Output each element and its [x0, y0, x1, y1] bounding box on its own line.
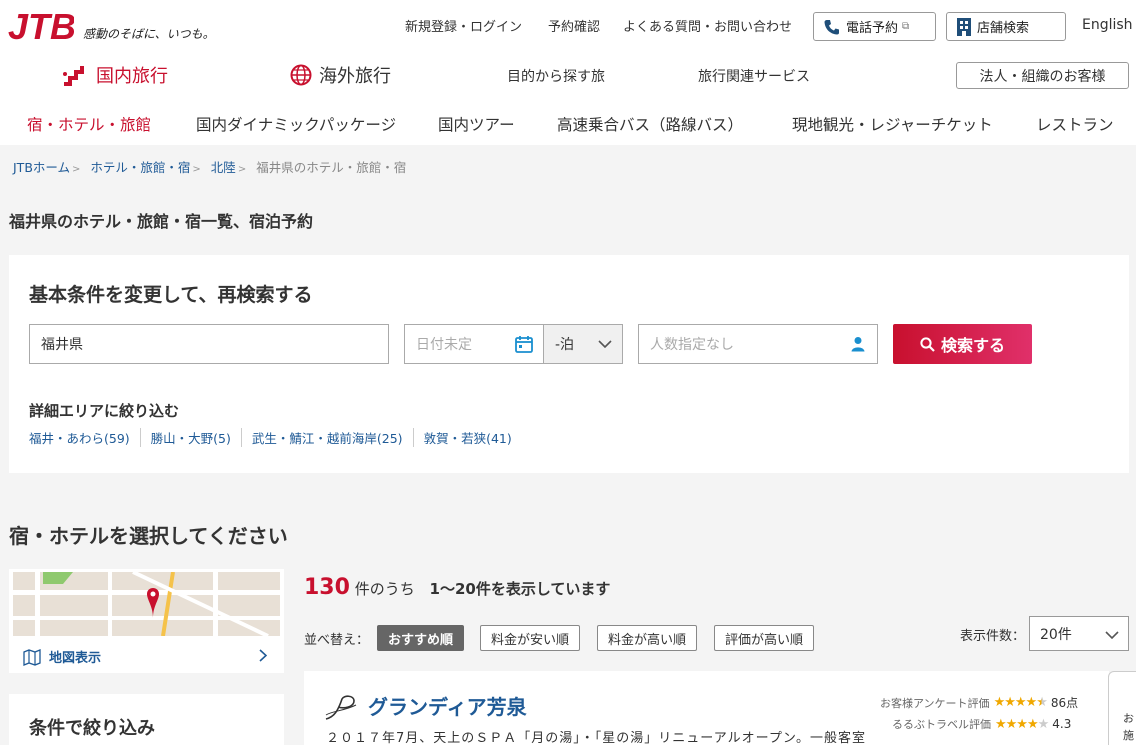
breadcrumb-home[interactable]: JTBホーム [13, 160, 70, 175]
destination-field[interactable]: 福井県 [29, 324, 389, 364]
subnav-domestic-tour[interactable]: 国内ツアー [438, 113, 515, 135]
page-title: 福井県のホテル・旅館・宿一覧、宿泊予約 [9, 212, 314, 231]
result-range: 1〜20件を表示しています [429, 580, 611, 598]
rurubu-rating-value: 4.3 [1052, 717, 1072, 731]
breadcrumb-hokuriku[interactable]: 北陸 [211, 160, 236, 175]
chevron-down-icon [598, 340, 612, 348]
subnav-leisure-tickets[interactable]: 現地観光・レジャーチケット [792, 113, 993, 135]
rurubu-rating: るるぶトラベル評価 ★★★★★ 4.3 [892, 716, 1071, 732]
subnav-hotels[interactable]: 宿・ホテル・旅館 [27, 113, 151, 135]
area-link-fukui-awara[interactable]: 福井・あわら(59) [29, 428, 140, 447]
sort-price-high[interactable]: 料金が高い順 [597, 625, 698, 651]
english-link[interactable]: English [1082, 17, 1133, 33]
guests-placeholder: 人数指定なし [650, 337, 734, 353]
nav-domestic-label: 国内旅行 [96, 66, 168, 87]
search-button[interactable]: 検索する [893, 324, 1032, 364]
corporate-button[interactable]: 法人・組織のお客様 [956, 62, 1129, 89]
map-view-label: 地図表示 [49, 651, 102, 666]
nav-overseas-label: 海外旅行 [319, 66, 391, 87]
subnav-dynamic-package[interactable]: 国内ダイナミックパッケージ [196, 113, 396, 135]
breadcrumb-sep-icon: > [192, 164, 201, 175]
survey-rating: お客様アンケート評価 ★★★★★ 86点 [880, 694, 1078, 711]
brand-tagline: 感動のそばに、いつも。 [83, 27, 215, 41]
globe-icon [290, 64, 312, 86]
reservation-check-link[interactable]: 予約確認 [548, 16, 600, 35]
result-total: 130 [304, 575, 350, 600]
stairs-icon [63, 66, 84, 86]
nights-value: -泊 [555, 337, 575, 353]
site-header: JTB 感動のそばに、いつも。 新規登録・ログイン 予約確認 よくある質問・お問… [0, 0, 1136, 145]
guests-field[interactable]: 人数指定なし [638, 324, 878, 364]
result-total-suffix: 件のうち [354, 580, 415, 598]
search-panel-title: 基本条件を変更して、再検索する [29, 284, 313, 306]
filter-card: 条件で絞り込み [9, 694, 284, 745]
svg-text:JTB: JTB [8, 6, 74, 46]
phone-icon [824, 19, 839, 34]
hotel-card[interactable]: グランディア芳泉 ２０１７年7月、天上のＳＰＡ「月の湯」・「星の湯」リニューアル… [304, 671, 1109, 745]
rurubu-rating-stars: ★★★★★ [995, 716, 1049, 732]
chevron-down-icon [1105, 631, 1119, 639]
sort-label: 並べ替え： [304, 633, 370, 648]
per-page-select[interactable]: 20件 [1029, 616, 1129, 651]
sort-rating-high[interactable]: 評価が高い順 [714, 625, 815, 651]
survey-rating-stars: ★★★★★ [993, 695, 1048, 710]
breadcrumb-hotels[interactable]: ホテル・旅館・宿 [90, 160, 190, 175]
map-view-link[interactable]: 地図表示 [23, 647, 101, 666]
premium-p-icon [325, 695, 357, 720]
search-panel: 基本条件を変更して、再検索する 福井県 日付未定 -泊 人数指定なし 検索する … [9, 255, 1129, 473]
destination-value: 福井県 [41, 337, 83, 353]
chevron-right-icon [259, 649, 267, 662]
filter-title: 条件で絞り込み [29, 718, 155, 739]
sort-price-low[interactable]: 料金が安い順 [480, 625, 581, 651]
breadcrumb-sep-icon: > [237, 164, 247, 175]
hotel-description: ２０１７年7月、天上のＳＰＡ「月の湯」・「星の湯」リニューアルオープン。一般客室 [326, 731, 867, 745]
calendar-icon [515, 336, 533, 353]
breadcrumb-current: 福井県のホテル・旅館・宿 [256, 160, 407, 175]
building-icon [957, 17, 971, 36]
external-window-icon: ⧉ [902, 21, 910, 32]
nav-purpose[interactable]: 目的から探す旅 [507, 66, 605, 86]
per-page-label: 表示件数： [960, 629, 1026, 644]
login-link[interactable]: 新規登録・ログイン [405, 16, 522, 35]
nights-select[interactable]: -泊 [543, 324, 623, 364]
search-button-label: 検索する [940, 336, 1005, 355]
result-count: 130 件のうち 1〜20件を表示しています [304, 575, 610, 600]
subnav-restaurant[interactable]: レストラン [1036, 113, 1114, 135]
nav-overseas-travel[interactable]: 海外旅行 [290, 62, 391, 88]
breadcrumb: JTBホーム > ホテル・旅館・宿 > 北陸 > 福井県のホテル・旅館・宿 [13, 157, 406, 176]
area-link-takefu-sabae[interactable]: 武生・鯖江・越前海岸(25) [240, 428, 413, 447]
rurubu-rating-label: るるぶトラベル評価 [892, 718, 991, 731]
side-tab-line1: お [1123, 712, 1134, 725]
search-icon [920, 336, 935, 352]
sort-recommended[interactable]: おすすめ順 [377, 625, 465, 651]
area-link-katsuyama-ono[interactable]: 勝山・大野(5) [139, 428, 241, 447]
map-thumbnail [13, 572, 280, 636]
survey-rating-label: お客様アンケート評価 [880, 696, 990, 710]
date-field[interactable]: 日付未定 [404, 324, 544, 364]
survey-rating-value: 86点 [1050, 696, 1079, 710]
subnav-highway-bus[interactable]: 高速乗合バス（路線バス） [557, 113, 743, 135]
hotel-name[interactable]: グランディア芳泉 [368, 691, 527, 720]
date-placeholder: 日付未定 [416, 337, 472, 353]
side-tab-line2: 施 [1123, 729, 1134, 742]
map-icon [23, 648, 41, 666]
per-page-value: 20件 [1040, 626, 1072, 643]
nav-services[interactable]: 旅行関連サービス [698, 66, 810, 86]
faq-contact-link[interactable]: よくある質問・お問い合わせ [623, 16, 792, 35]
breadcrumb-sep-icon: > [72, 164, 81, 175]
select-hotel-heading: 宿・ホテルを選択してください [9, 524, 288, 548]
area-link-tsuruga-wakasa[interactable]: 敦賀・若狭(41) [412, 428, 522, 447]
phone-button-label: 電話予約 [846, 21, 899, 36]
store-search-button[interactable]: 店舗検索 [946, 12, 1066, 41]
jtb-logo[interactable]: JTB [8, 6, 74, 46]
area-links: 福井・あわら(59) 勝山・大野(5) 武生・鯖江・越前海岸(25) 敦賀・若狭… [29, 428, 522, 447]
area-filter-title: 詳細エリアに絞り込む [29, 402, 180, 420]
store-button-label: 店舗検索 [977, 21, 1030, 36]
phone-reservation-button[interactable]: 電話予約 ⧉ [813, 12, 936, 41]
floating-side-tab[interactable]: お 施 [1108, 671, 1136, 745]
nav-domestic-travel[interactable]: 国内旅行 [62, 62, 168, 88]
person-icon [851, 337, 865, 352]
map-card[interactable]: 地図表示 [9, 569, 284, 673]
